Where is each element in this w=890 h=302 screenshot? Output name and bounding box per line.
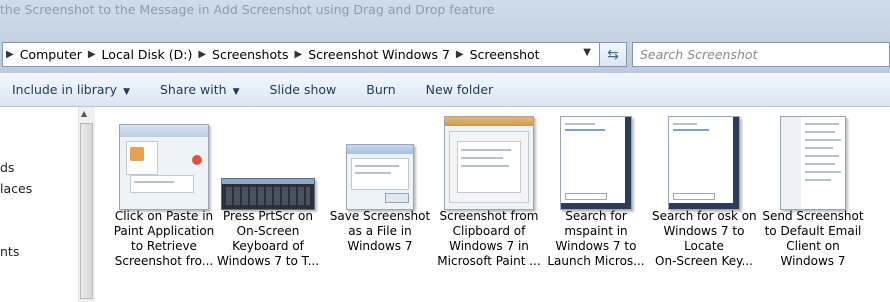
file-caption: Search for mspaint in Windows 7 to Launch M… <box>547 209 645 268</box>
file-thumbnail <box>560 116 632 210</box>
file-caption: Save Screenshot as a File in Windows 7 <box>329 209 431 253</box>
file-list: Click on Paste in Paint Application to Ret… <box>95 107 890 302</box>
search-input[interactable]: Search Screenshot <box>632 42 890 67</box>
chevron-right-icon[interactable]: ▶ <box>292 49 306 60</box>
nav-item-recent-places[interactable]: laces <box>0 181 32 196</box>
file-caption: Search for osk on Windows 7 to Locate On-Sc… <box>652 209 757 268</box>
file-thumbnail <box>668 116 740 210</box>
chevron-down-icon: ▼ <box>232 87 240 97</box>
file-thumbnail <box>780 116 846 210</box>
file-caption: Click on Paste in Paint Application to Ret… <box>113 209 215 268</box>
file-tile[interactable]: Click on Paste in Paint Application to Ret… <box>112 107 216 302</box>
file-caption: Press PrtScr on On-Screen Keyboard of Windo… <box>216 209 320 268</box>
file-tile[interactable]: Screenshot from Clipboard of Windows 7 in M… <box>437 107 541 302</box>
file-caption: Screenshot from Clipboard of Windows 7 in M… <box>437 209 541 268</box>
chevron-down-icon[interactable]: ▼ <box>583 47 591 58</box>
slide-show-button[interactable]: Slide show <box>253 82 350 97</box>
file-thumbnail <box>119 124 209 210</box>
file-tile[interactable]: Save Screenshot as a File in Windows 7 <box>328 107 432 302</box>
breadcrumb-screenshot-windows7[interactable]: Screenshot Windows 7 <box>305 47 453 62</box>
file-thumbnail <box>221 178 315 210</box>
command-bar: Include in library ▼ Share with ▼ Slide sh… <box>0 73 890 107</box>
share-with-button[interactable]: Share with ▼ <box>144 82 254 97</box>
background-window-text: the Screenshot to the Message in Add Scr… <box>0 2 495 17</box>
chevron-down-icon: ▼ <box>123 87 130 97</box>
scroll-up-icon[interactable]: ▲ <box>81 109 87 118</box>
nav-item-downloads[interactable]: ds <box>0 160 14 175</box>
breadcrumb-screenshot[interactable]: Screenshot <box>467 47 543 62</box>
include-label: Include in library <box>12 82 118 97</box>
breadcrumb-computer[interactable]: Computer <box>17 47 85 62</box>
nav-item-documents[interactable]: nts <box>0 244 19 259</box>
window-chrome: the Screenshot to the Message in Add Scr… <box>0 0 890 73</box>
burn-button[interactable]: Burn <box>350 82 409 97</box>
refresh-icon: ⇆ <box>607 46 619 63</box>
file-caption: Send Screenshot to Default Email Client on… <box>762 209 864 268</box>
chevron-right-icon[interactable]: ▶ <box>453 49 467 60</box>
share-label: Share with <box>159 82 227 97</box>
chevron-right-icon[interactable]: ▶ <box>85 49 99 60</box>
new-folder-button[interactable]: New folder <box>410 82 508 97</box>
refresh-button[interactable]: ⇆ <box>599 42 627 67</box>
chevron-right-icon[interactable]: ▶ <box>3 49 17 60</box>
address-bar[interactable]: ▶ Computer ▶ Local Disk (D:) ▶ Screensho… <box>2 42 626 67</box>
breadcrumb-screenshots[interactable]: Screenshots <box>209 47 291 62</box>
file-tile[interactable]: Search for osk on Windows 7 to Locate On-Sc… <box>652 107 757 302</box>
file-thumbnail <box>444 116 534 210</box>
file-tile[interactable]: Send Screenshot to Default Email Client on… <box>761 107 865 302</box>
breadcrumb-local-disk[interactable]: Local Disk (D:) <box>99 47 196 62</box>
file-tile[interactable]: Press PrtScr on On-Screen Keyboard of Windo… <box>216 107 320 302</box>
nav-scrollbar[interactable]: ▲ <box>78 107 95 302</box>
include-in-library-button[interactable]: Include in library ▼ <box>0 82 144 97</box>
file-tile[interactable]: Search for mspaint in Windows 7 to Launch M… <box>544 107 648 302</box>
scrollbar-thumb[interactable] <box>80 123 93 299</box>
file-thumbnail <box>346 144 414 210</box>
navigation-pane: ds laces nts <box>0 107 79 302</box>
chevron-right-icon[interactable]: ▶ <box>195 49 209 60</box>
